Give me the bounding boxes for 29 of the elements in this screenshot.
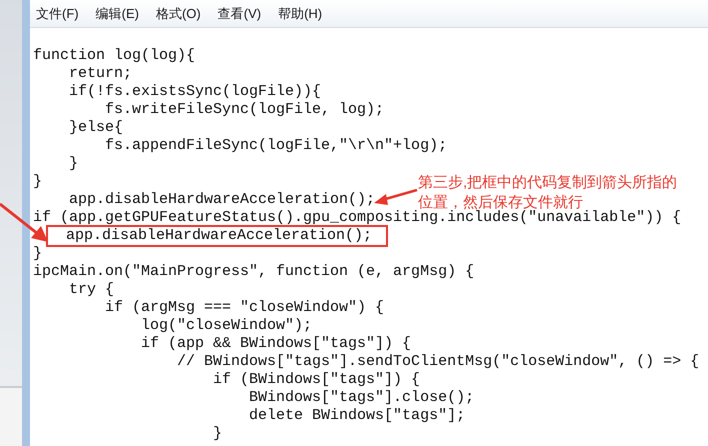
code-line: log("closeWindow");: [140, 317, 312, 335]
code-line: delete BWindows["tags"];: [248, 407, 466, 425]
code-line: if (BWindows["tags"]) {: [212, 371, 420, 389]
code-line: app.disableHardwareAcceleration();: [48, 227, 386, 245]
code-line: ipcMain.on("MainProgress", function (e, argMsg) {: [33, 263, 474, 281]
arrow-icon: [372, 186, 418, 208]
menu-item[interactable]: 文件(F): [36, 4, 79, 24]
code-line: return;: [68, 65, 132, 83]
code-line: function log(log){: [33, 47, 196, 65]
code-line: fs.writeFileSync(logFile, log);: [104, 101, 384, 119]
menu-item[interactable]: 格式(O): [156, 4, 201, 24]
code-line: try {: [68, 281, 114, 299]
code-line: if(!fs.existsSync(logFile)){: [68, 83, 322, 101]
code-line: }: [33, 245, 42, 263]
code-line: BWindows["tags"].close();: [248, 389, 474, 407]
menu-item[interactable]: 帮助(H): [278, 4, 322, 24]
code-line: app.disableHardwareAcceleration();: [68, 191, 376, 209]
code-line: }: [68, 155, 78, 173]
annotation-text: 第三步,把框中的代码复制到箭头所指的位置，然后保存文件就行: [418, 173, 678, 211]
code-line: if (app && BWindows["tags"]) {: [140, 335, 412, 353]
code-line: if (argMsg === "closeWindow") {: [104, 299, 384, 317]
code-line: fs.appendFileSync(logFile,"\r\n"+log);: [104, 137, 448, 155]
code-line: }: [33, 173, 42, 191]
code-line: }: [212, 425, 222, 443]
menu-item[interactable]: 编辑(E): [96, 4, 139, 24]
menu-item[interactable]: 查看(V): [218, 4, 262, 24]
code-line: if (app.getGPUFeatureStatus().gpu_compositing.includes("unavailable")) {: [33, 209, 682, 227]
code-line: }else{: [68, 119, 124, 137]
code-line: // BWindows["tags"].sendToClientMsg("closeWindow", () => {: [176, 353, 700, 371]
